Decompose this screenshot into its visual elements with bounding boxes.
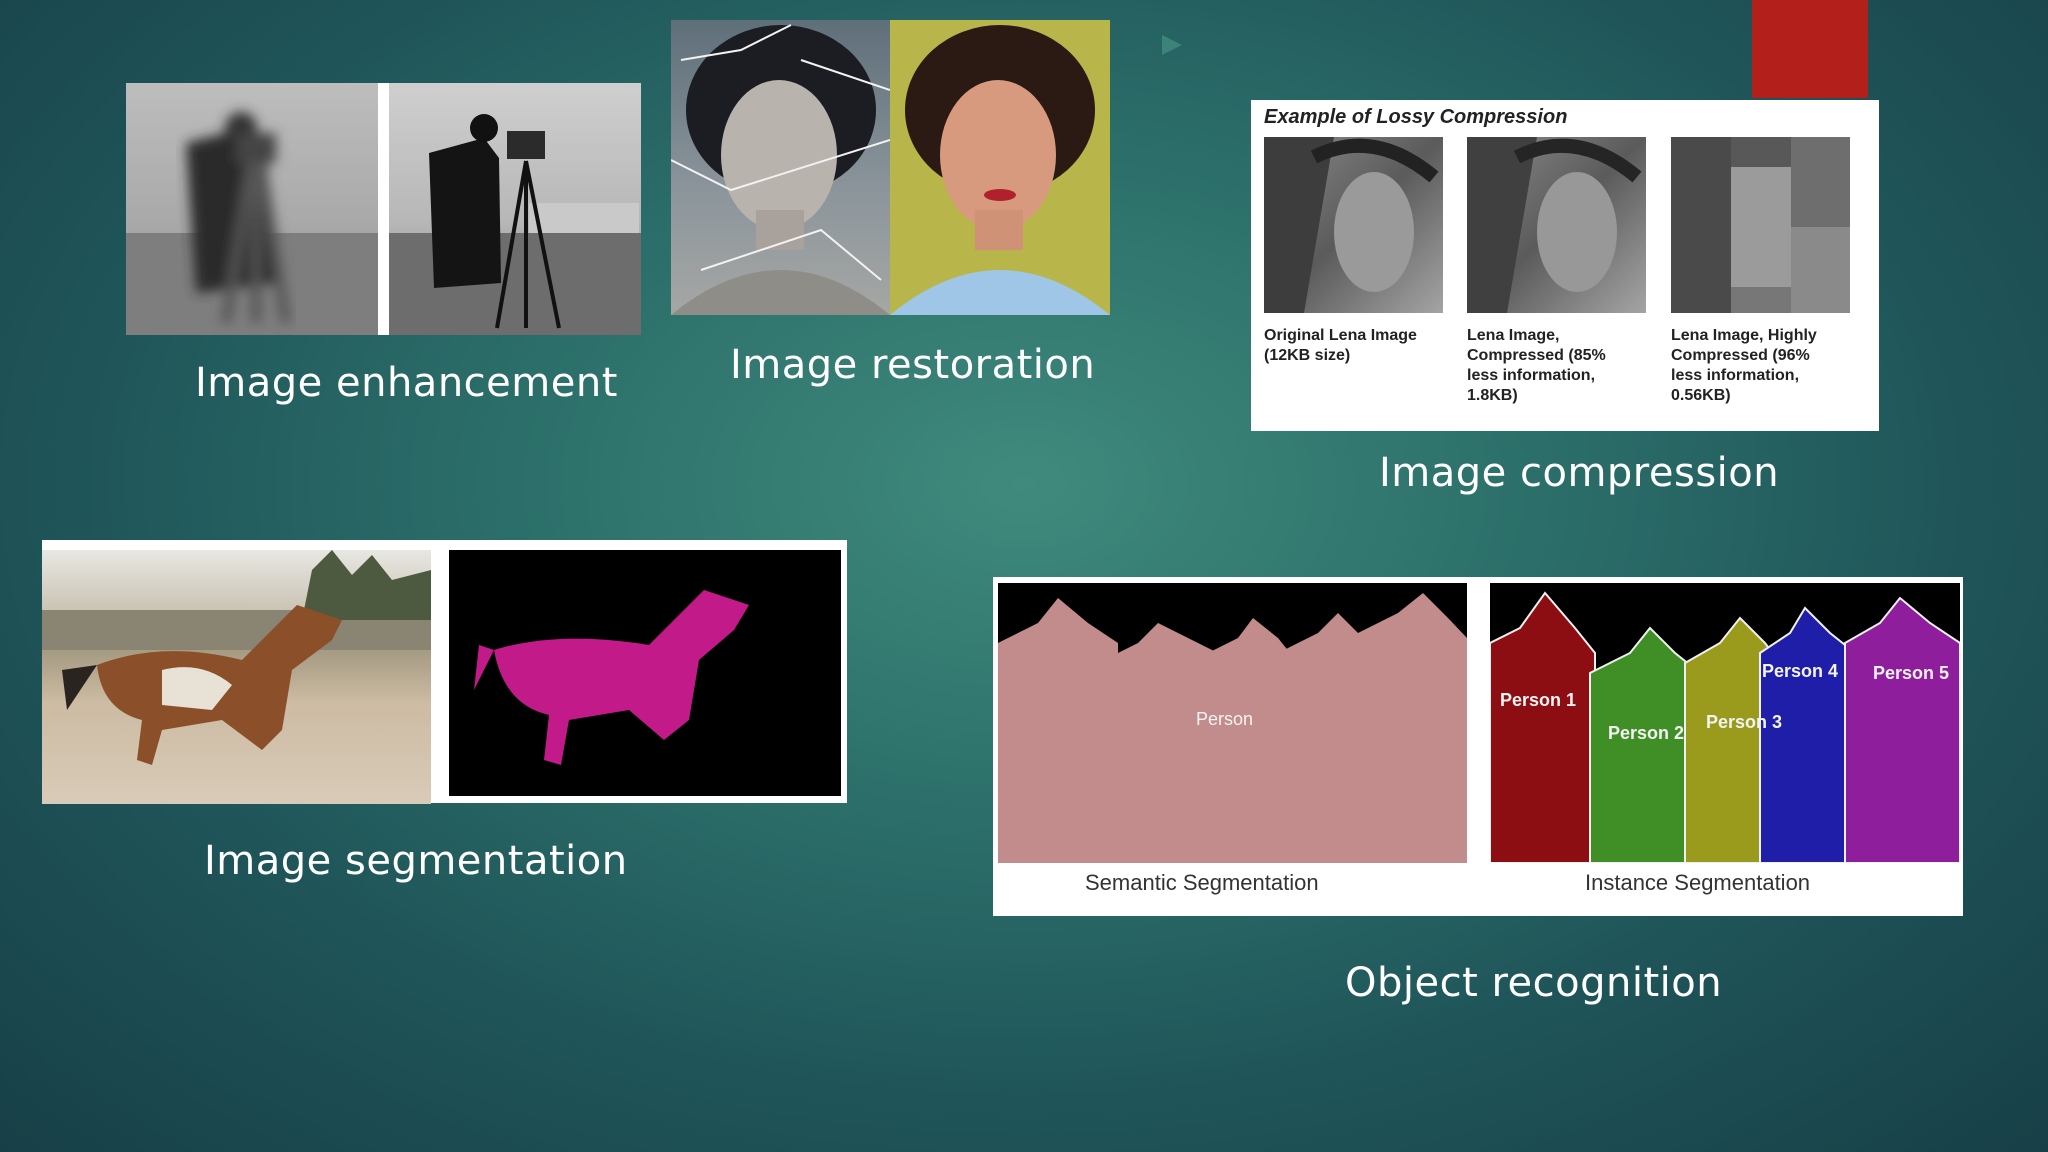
slide-marker-arrow [1162, 35, 1182, 55]
lena-highly-compressed-image [1671, 137, 1850, 313]
restored-portrait-image [890, 20, 1110, 315]
instance-label-3: Person 3 [1706, 712, 1783, 732]
compression-figure: Example of Lossy Compression Original Le… [1251, 100, 1879, 431]
lena-original-label: Original Lena Image (12KB size) [1264, 327, 1417, 364]
object-recognition-caption: Object recognition [1345, 960, 1723, 1006]
blurred-cameraman-image [126, 83, 378, 335]
enhancement-figure [126, 83, 641, 335]
instance-label-1: Person 1 [1500, 690, 1577, 710]
instance-person-1 [1490, 591, 1596, 863]
accent-tab [1752, 0, 1868, 98]
segmentation-figure [42, 540, 847, 804]
restoration-caption: Image restoration [730, 342, 1096, 388]
compression-figure-title: Example of Lossy Compression [1264, 106, 1568, 128]
instance-segmentation-image: Person 1 Person 2 Person 3 Person 4 Pers… [1490, 583, 1960, 863]
lena-highly-compressed-label: Lena Image, Highly Compressed (96% less … [1671, 327, 1817, 404]
lena-compressed-image [1467, 137, 1646, 313]
horse-photo-image [42, 550, 431, 804]
horse-mask-image [449, 550, 841, 796]
semantic-segmentation-image: Person [998, 583, 1467, 863]
compression-caption: Image compression [1379, 450, 1780, 496]
damaged-portrait-image [671, 20, 890, 315]
sharpened-cameraman-image [389, 83, 641, 335]
object-recognition-figure: Person Person 1 Person 2 Person 3 Person… [993, 577, 1963, 916]
enhancement-caption: Image enhancement [195, 360, 618, 406]
lena-compressed-label: Lena Image, Compressed (85% less informa… [1467, 327, 1606, 404]
semantic-person-label: Person [1196, 709, 1254, 729]
instance-person-5 [1844, 596, 1960, 863]
instance-label-4: Person 4 [1762, 661, 1839, 681]
instance-label-2: Person 2 [1608, 723, 1685, 743]
instance-label-5: Person 5 [1873, 663, 1950, 683]
lena-original-image [1264, 137, 1443, 313]
restoration-figure [671, 20, 1110, 315]
instance-segmentation-label: Instance Segmentation [1585, 870, 1811, 895]
segmentation-caption: Image segmentation [204, 838, 628, 884]
instance-person-2 [1589, 626, 1701, 863]
horse-mask-shape [474, 590, 749, 765]
semantic-segmentation-label: Semantic Segmentation [1085, 870, 1319, 895]
